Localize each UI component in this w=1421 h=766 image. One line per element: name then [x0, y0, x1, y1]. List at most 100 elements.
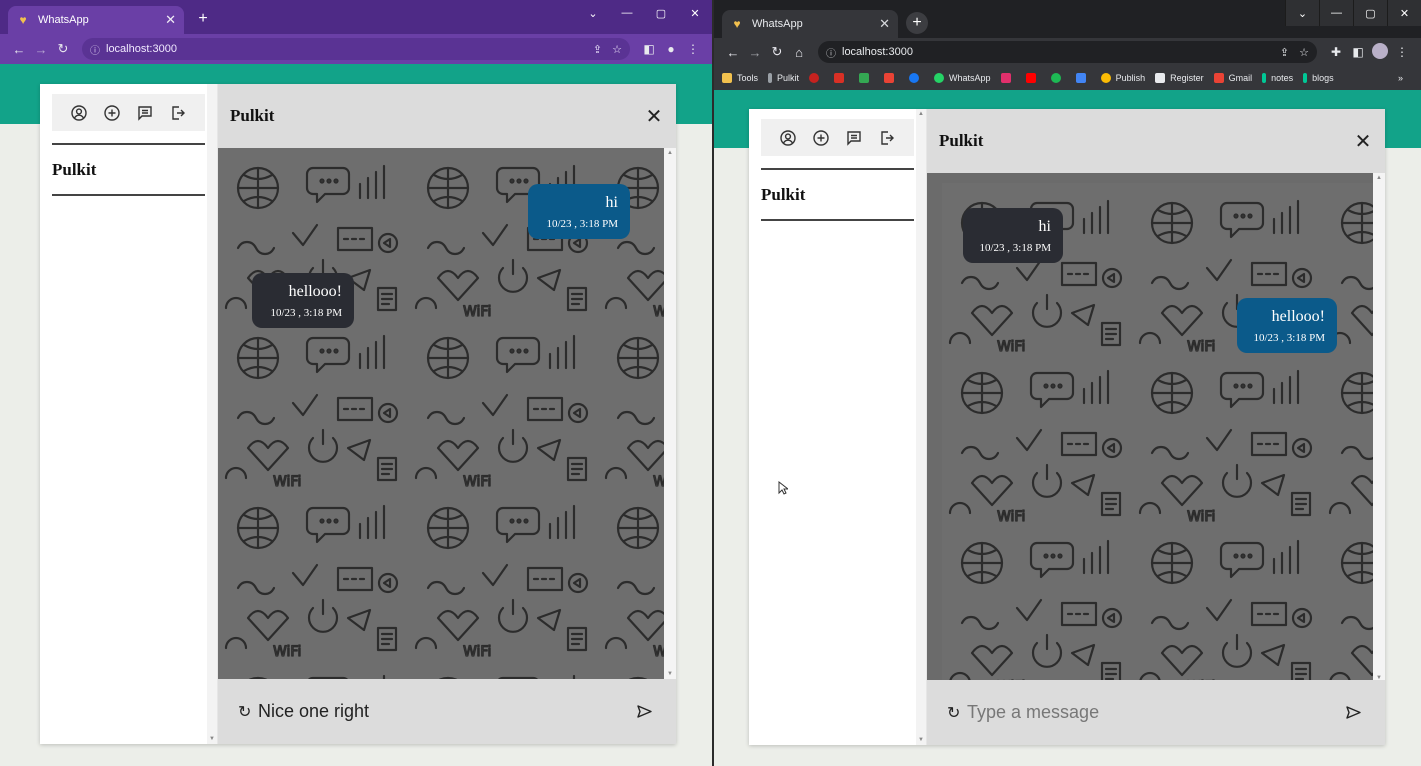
whatsapp-favicon-icon: ♥: [19, 13, 27, 27]
share-icon[interactable]: ⇪: [593, 43, 602, 56]
logout-icon[interactable]: [168, 103, 188, 123]
browser-toolbar: ← → ↻ ⓘ localhost:3000 ⇪ ☆ ◧ ● ⋮: [0, 34, 712, 64]
tab-search-icon[interactable]: ⌄: [1285, 0, 1319, 26]
message-bubble-incoming: hi 10/23 , 3:18 PM: [963, 208, 1063, 263]
chat-header: Pulkit ✕: [218, 84, 676, 148]
bookmark-register[interactable]: Register: [1155, 73, 1204, 83]
bookmark-icon-8[interactable]: [1050, 73, 1066, 83]
home-button[interactable]: ⌂: [788, 45, 810, 60]
chat-icon[interactable]: [135, 103, 155, 123]
bookmark-notes[interactable]: notes: [1262, 73, 1293, 83]
chat-header: Pulkit ✕: [927, 109, 1385, 173]
profile-icon[interactable]: [69, 103, 89, 123]
message-input[interactable]: [258, 701, 634, 722]
tab-title: WhatsApp: [752, 18, 803, 30]
sidebar-scrollbar[interactable]: ▼: [207, 84, 217, 744]
site-info-icon[interactable]: ⓘ: [826, 45, 836, 60]
share-icon[interactable]: ⇪: [1280, 46, 1289, 59]
site-info-icon[interactable]: ⓘ: [90, 42, 100, 57]
message-scrollbar[interactable]: ▲ ▼: [1373, 173, 1385, 683]
bookmark-star-icon[interactable]: ☆: [1299, 46, 1309, 59]
side-panel-icon[interactable]: ◧: [638, 42, 660, 56]
bookmark-label: WhatsApp: [949, 73, 991, 83]
url-text: localhost:3000: [106, 43, 177, 55]
refresh-icon[interactable]: ↻: [947, 703, 965, 723]
bookmark-icon-5[interactable]: [909, 73, 924, 83]
message-time: 10/23 , 3:18 PM: [1253, 332, 1325, 344]
logout-icon[interactable]: [877, 128, 897, 148]
send-icon[interactable]: [634, 702, 654, 722]
profile-icon[interactable]: [778, 128, 798, 148]
bookmark-pulkit[interactable]: Pulkit: [768, 73, 799, 83]
browser-menu-icon[interactable]: ⋮: [1391, 45, 1413, 59]
bookmark-publish[interactable]: Publish: [1100, 73, 1145, 83]
bookmark-icon-9[interactable]: [1075, 73, 1091, 83]
tab-close-icon[interactable]: ✕: [879, 16, 890, 32]
whatsapp-favicon-icon: ♥: [733, 17, 741, 31]
add-icon[interactable]: [811, 128, 831, 148]
chat-panel: Pulkit ✕ hi 10/23 , 3:18 PM hellooo! 10/…: [218, 84, 676, 744]
reload-button[interactable]: ↻: [52, 41, 74, 57]
bookmark-label: Tools: [737, 73, 759, 83]
forward-button[interactable]: →: [30, 42, 52, 57]
minimize-button[interactable]: —: [610, 0, 644, 26]
browser-window-left: ♥ WhatsApp ✕ + ⌄ — ▢ ✕ ← → ↻ ⓘ localhost…: [0, 0, 712, 766]
browser-window-right: ♥ WhatsApp ✕ + ⌄ — ▢ ✕ ← → ↻ ⌂ ⓘ localho…: [714, 0, 1421, 766]
bookmark-whatsapp[interactable]: WhatsApp: [934, 73, 991, 83]
profile-avatar-icon[interactable]: ●: [660, 42, 682, 56]
maximize-button[interactable]: ▢: [644, 0, 678, 26]
bookmark-label: Register: [1170, 73, 1204, 83]
forward-button[interactable]: →: [744, 45, 766, 60]
add-icon[interactable]: [102, 103, 122, 123]
reload-button[interactable]: ↻: [766, 44, 788, 60]
message-input[interactable]: [967, 702, 1343, 723]
new-tab-button[interactable]: +: [192, 8, 214, 30]
close-window-button[interactable]: ✕: [1387, 0, 1421, 26]
bookmark-icon-3[interactable]: [859, 73, 874, 83]
bookmark-icon-1[interactable]: [809, 73, 824, 83]
message-bubble-outgoing: hi 10/23 , 3:18 PM: [528, 184, 630, 239]
minimize-button[interactable]: —: [1319, 0, 1353, 26]
contact-item-pulkit[interactable]: Pulkit: [52, 160, 205, 180]
chat-contact-name: Pulkit: [939, 131, 984, 150]
extensions-icon[interactable]: ✚: [1325, 45, 1347, 59]
profile-avatar-icon[interactable]: [1369, 42, 1391, 62]
chat-icon[interactable]: [844, 128, 864, 148]
bookmark-star-icon[interactable]: ☆: [612, 43, 622, 56]
close-chat-icon[interactable]: ✕: [1353, 131, 1373, 153]
bookmark-tools[interactable]: Tools: [722, 73, 758, 83]
maximize-button[interactable]: ▢: [1353, 0, 1387, 26]
tab-close-icon[interactable]: ✕: [165, 12, 176, 28]
refresh-icon[interactable]: ↻: [238, 702, 256, 722]
browser-tab[interactable]: ♥ WhatsApp ✕: [8, 6, 184, 34]
address-bar[interactable]: ⓘ localhost:3000 ⇪ ☆: [82, 38, 630, 60]
contact-item-pulkit[interactable]: Pulkit: [761, 185, 914, 205]
browser-tab[interactable]: ♥ WhatsApp ✕: [722, 10, 898, 38]
send-icon[interactable]: [1343, 703, 1363, 723]
bookmark-icon-2[interactable]: [834, 73, 849, 83]
window-controls: ⌄ — ▢ ✕: [576, 0, 712, 26]
mouse-cursor-icon: [778, 481, 788, 495]
bookmark-gmail[interactable]: Gmail: [1213, 73, 1252, 83]
close-chat-icon[interactable]: ✕: [644, 106, 664, 128]
back-button[interactable]: ←: [8, 42, 30, 57]
message-time: 10/23 , 3:18 PM: [270, 307, 342, 319]
contact-list: Pulkit: [761, 168, 914, 221]
close-window-button[interactable]: ✕: [678, 0, 712, 26]
address-bar[interactable]: ⓘ localhost:3000 ⇪ ☆: [818, 41, 1317, 63]
tab-strip: ♥ WhatsApp ✕ + ⌄ — ▢ ✕: [0, 0, 712, 34]
bookmarks-overflow-icon[interactable]: »: [1398, 73, 1403, 83]
side-panel-icon[interactable]: ◧: [1347, 45, 1369, 59]
bookmark-icon-6[interactable]: [1000, 73, 1016, 83]
chat-panel: Pulkit ✕ hi 10/23 , 3:18 PM hellooo! 10/…: [927, 109, 1385, 745]
bookmark-blogs[interactable]: blogs: [1303, 73, 1334, 83]
bookmark-icon-7[interactable]: [1025, 73, 1041, 83]
browser-menu-icon[interactable]: ⋮: [682, 42, 704, 56]
message-time: 10/23 , 3:18 PM: [979, 242, 1051, 254]
sidebar-scrollbar[interactable]: ▲ ▼: [916, 109, 926, 745]
tab-search-icon[interactable]: ⌄: [576, 0, 610, 26]
new-tab-button[interactable]: +: [906, 12, 928, 34]
bookmark-icon-4[interactable]: [884, 73, 899, 83]
back-button[interactable]: ←: [722, 45, 744, 60]
message-scrollbar[interactable]: ▲ ▼: [664, 148, 676, 679]
